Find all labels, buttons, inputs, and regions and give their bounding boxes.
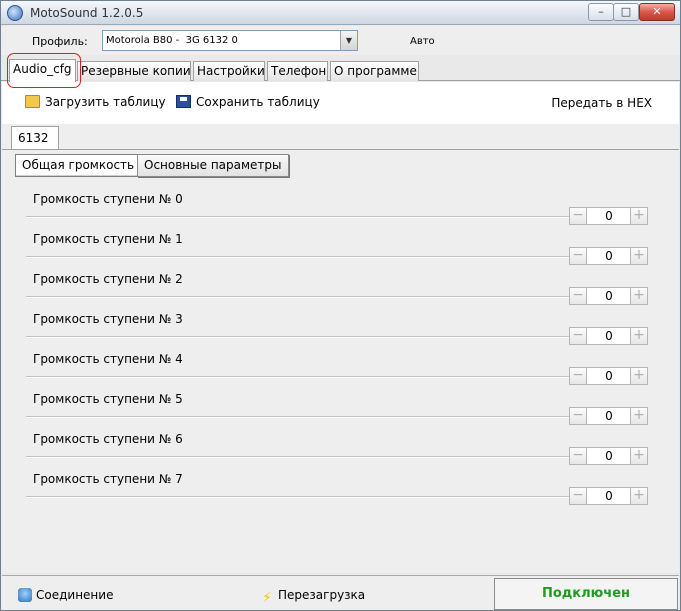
load-table-label: Загрузить таблицу bbox=[45, 95, 166, 109]
volume-step-slider[interactable] bbox=[26, 296, 570, 298]
profile-row: Профиль: Motorola B80 - 3G 6132 0 ▼ Авто bbox=[1, 26, 680, 55]
volume-step-value[interactable]: 0 bbox=[587, 247, 631, 265]
editor-area: 6132 Общая громкость Основные параметры … bbox=[2, 124, 679, 573]
volume-step-row: Громкость ступени № 6 − 0 + bbox=[2, 426, 679, 466]
increment-button[interactable]: + bbox=[630, 247, 648, 265]
volume-step-label: Громкость ступени № 4 bbox=[33, 352, 183, 366]
volume-step-slider[interactable] bbox=[26, 336, 570, 338]
volume-step-slider[interactable] bbox=[26, 256, 570, 258]
decrement-button[interactable]: − bbox=[569, 487, 587, 505]
profile-label: Профиль: bbox=[32, 35, 88, 48]
close-button[interactable]: ✕ bbox=[639, 3, 675, 21]
decrement-button[interactable]: − bbox=[569, 207, 587, 225]
decrement-button[interactable]: − bbox=[569, 407, 587, 425]
connection-icon bbox=[18, 588, 32, 602]
volume-step-value[interactable]: 0 bbox=[587, 447, 631, 465]
volume-steps: Громкость ступени № 0 − 0 + Громкость ст… bbox=[2, 186, 679, 506]
tab-phone[interactable]: Телефон bbox=[267, 61, 328, 81]
volume-step-value[interactable]: 0 bbox=[587, 287, 631, 305]
volume-step-row: Громкость ступени № 2 − 0 + bbox=[2, 266, 679, 306]
decrement-button[interactable]: − bbox=[569, 367, 587, 385]
volume-step-slider[interactable] bbox=[26, 376, 570, 378]
profile-mode-label: Авто bbox=[410, 36, 435, 47]
increment-button[interactable]: + bbox=[630, 407, 648, 425]
volume-step-value[interactable]: 0 bbox=[587, 407, 631, 425]
tab-audio-cfg[interactable]: Audio_cfg bbox=[9, 59, 76, 82]
volume-step-label: Громкость ступени № 3 bbox=[33, 312, 183, 326]
decrement-button[interactable]: − bbox=[569, 287, 587, 305]
increment-button[interactable]: + bbox=[630, 207, 648, 225]
audio-cfg-panel: Загрузить таблицу Сохранить таблицу Пере… bbox=[2, 82, 679, 573]
volume-step-label: Громкость ступени № 7 bbox=[33, 472, 183, 486]
volume-step-row: Громкость ступени № 1 − 0 + bbox=[2, 226, 679, 266]
volume-step-label: Громкость ступени № 5 bbox=[33, 392, 183, 406]
volume-step-label: Громкость ступени № 1 bbox=[33, 232, 183, 246]
volume-step-row: Громкость ступени № 0 − 0 + bbox=[2, 186, 679, 226]
window-title: MotoSound 1.2.0.5 bbox=[30, 6, 144, 20]
minimize-button[interactable]: – bbox=[588, 3, 614, 21]
subtab-volume[interactable]: Общая громкость bbox=[15, 154, 142, 177]
reboot-button[interactable]: ⚡ Перезагрузка bbox=[260, 588, 365, 605]
profile-select[interactable]: Motorola B80 - 3G 6132 0 ▼ bbox=[102, 30, 358, 51]
volume-step-row: Громкость ступени № 5 − 0 + bbox=[2, 386, 679, 426]
increment-button[interactable]: + bbox=[630, 367, 648, 385]
volume-step-label: Громкость ступени № 2 bbox=[33, 272, 183, 286]
increment-button[interactable]: + bbox=[630, 487, 648, 505]
increment-button[interactable]: + bbox=[630, 447, 648, 465]
divider bbox=[2, 149, 679, 150]
volume-step-label: Громкость ступени № 0 bbox=[33, 192, 183, 206]
app-window: MotoSound 1.2.0.5 – □ ✕ Профиль: Motorol… bbox=[0, 0, 681, 611]
app-icon bbox=[7, 5, 23, 21]
volume-step-row: Громкость ступени № 4 − 0 + bbox=[2, 346, 679, 386]
title-bar[interactable]: MotoSound 1.2.0.5 – □ ✕ bbox=[1, 1, 680, 25]
volume-step-slider[interactable] bbox=[26, 456, 570, 458]
open-folder-icon bbox=[25, 95, 40, 108]
lightning-icon: ⚡ bbox=[262, 590, 272, 606]
save-table-button[interactable]: Сохранить таблицу bbox=[176, 95, 320, 109]
tab-backups[interactable]: Резервные копии bbox=[77, 61, 191, 81]
connection-status: Подключен bbox=[494, 578, 678, 610]
decrement-button[interactable]: − bbox=[569, 247, 587, 265]
model-tab[interactable]: 6132 bbox=[11, 126, 59, 149]
send-hex-button[interactable]: Передать в HEX bbox=[551, 96, 652, 110]
volume-step-slider[interactable] bbox=[26, 496, 570, 498]
profile-value: Motorola B80 - 3G 6132 0 bbox=[106, 35, 238, 46]
connection-button[interactable]: Соединение bbox=[18, 588, 113, 602]
subtab-params[interactable]: Основные параметры bbox=[137, 154, 289, 177]
volume-step-value[interactable]: 0 bbox=[587, 327, 631, 345]
volume-step-slider[interactable] bbox=[26, 416, 570, 418]
reboot-label: Перезагрузка bbox=[278, 588, 366, 602]
volume-step-value[interactable]: 0 bbox=[587, 487, 631, 505]
tab-about[interactable]: О программе bbox=[330, 61, 419, 81]
save-table-label: Сохранить таблицу bbox=[196, 95, 320, 109]
decrement-button[interactable]: − bbox=[569, 447, 587, 465]
status-bar: Соединение ⚡ Перезагрузка Подключен bbox=[2, 575, 679, 610]
tab-settings[interactable]: Настройки bbox=[193, 61, 265, 81]
volume-step-value[interactable]: 0 bbox=[587, 367, 631, 385]
volume-step-row: Громкость ступени № 3 − 0 + bbox=[2, 306, 679, 346]
volume-step-label: Громкость ступени № 6 bbox=[33, 432, 183, 446]
maximize-button[interactable]: □ bbox=[613, 3, 639, 21]
main-tabs: Audio_cfg Резервные копии Настройки Теле… bbox=[1, 59, 680, 82]
chevron-down-icon[interactable]: ▼ bbox=[340, 31, 357, 50]
toolbar: Загрузить таблицу Сохранить таблицу Пере… bbox=[2, 82, 679, 124]
volume-step-row: Громкость ступени № 7 − 0 + bbox=[2, 466, 679, 506]
load-table-button[interactable]: Загрузить таблицу bbox=[25, 95, 166, 109]
floppy-disk-icon bbox=[176, 95, 191, 108]
connection-label: Соединение bbox=[36, 588, 114, 602]
increment-button[interactable]: + bbox=[630, 287, 648, 305]
volume-step-value[interactable]: 0 bbox=[587, 207, 631, 225]
decrement-button[interactable]: − bbox=[569, 327, 587, 345]
increment-button[interactable]: + bbox=[630, 327, 648, 345]
volume-step-slider[interactable] bbox=[26, 216, 570, 218]
